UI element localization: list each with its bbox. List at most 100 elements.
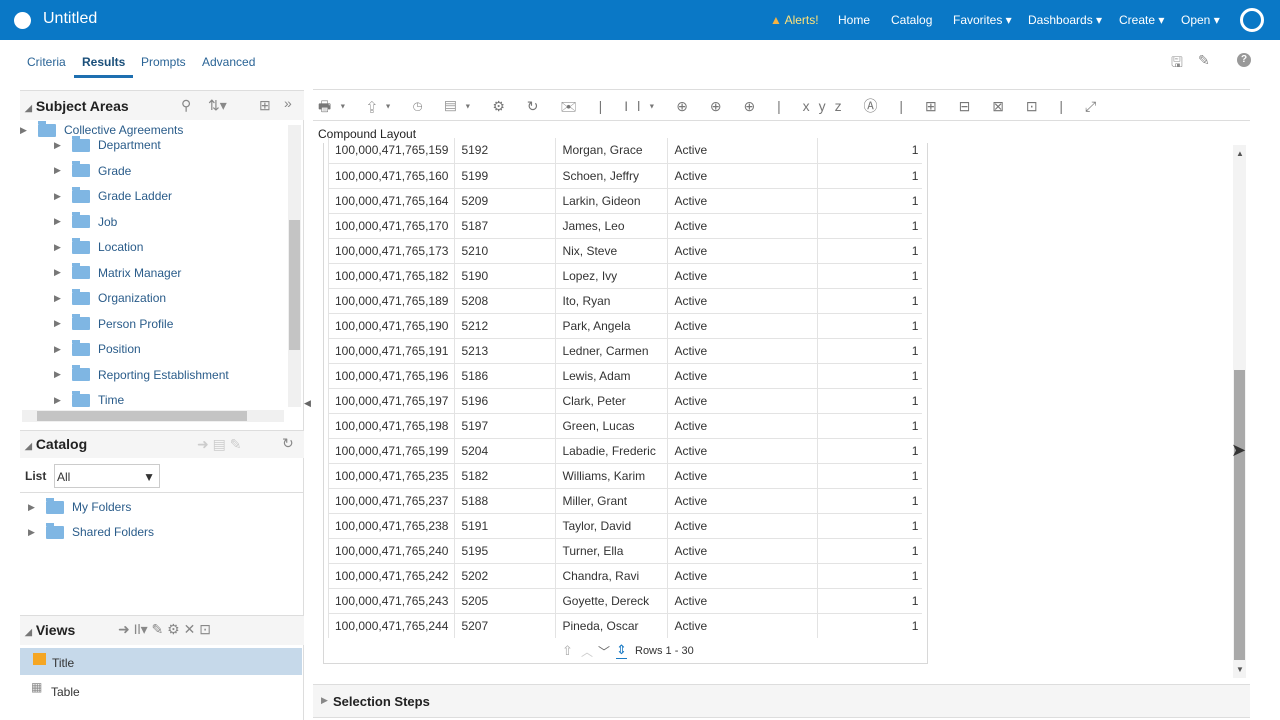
tree-item-label: Matrix Manager — [98, 265, 182, 280]
expand-icon[interactable]: ▶ — [54, 216, 64, 227]
tree-item[interactable]: ▶ Grade — [54, 161, 131, 181]
subject-tree: ▶ Collective Agreements ▶ Department ▶ Grade… — [20, 120, 288, 408]
toolbar-icons[interactable]: 🖶▾ ⇪▾ ◷ ▤▾ ⚙ ↻ ✉ | Il▾ ⊕ ⊕ ⊕ | xyz Ⓐ | ⊞… — [318, 96, 1105, 120]
expand-icon[interactable]: ▶ — [54, 293, 64, 304]
catalog-title[interactable]: ◢ Catalog — [25, 436, 87, 452]
table-row: 100,000,471,765,242 5202 Chandra, Ravi Acti… — [329, 563, 922, 589]
table-cell: 1 — [817, 163, 922, 189]
table-cell: 5207 — [454, 613, 557, 638]
table-row: 100,000,471,765,159 5192 Morgan, Grace Acti… — [329, 138, 922, 164]
tree-item-label: Department — [98, 138, 161, 152]
folder-icon — [72, 339, 90, 356]
views-toolbar-icons[interactable]: ➜ Il▾ ✎ ⚙ ✕ ⊡ — [118, 621, 211, 638]
table-cell: 1 — [817, 263, 922, 289]
tree-item-shared-folders[interactable]: ▶ Shared Folders — [28, 522, 154, 542]
table-cell: 5192 — [454, 138, 557, 164]
expand-icon[interactable]: ▶ — [54, 344, 64, 355]
table-cell: 1 — [817, 413, 922, 439]
tree-item[interactable]: ▶ Matrix Manager — [54, 263, 181, 283]
tree-hscrollbar[interactable] — [22, 410, 284, 422]
tree-item[interactable]: ▶ Location — [54, 237, 143, 257]
tree-item[interactable]: ▶ Job — [54, 212, 117, 232]
splitter-handle[interactable]: ◀ — [304, 398, 311, 409]
table-cell: 5191 — [454, 513, 557, 539]
table-row: 100,000,471,765,160 5199 Schoen, Jeffry Act… — [329, 163, 922, 189]
selection-steps-bar[interactable]: ▶ Selection Steps — [313, 684, 1250, 718]
tree-item-label: Person Profile — [98, 316, 174, 331]
expand-icon[interactable]: ▶ — [54, 242, 64, 253]
expand-icon[interactable]: ▶ — [54, 318, 64, 329]
table-cell: Active — [667, 563, 819, 589]
tree-item-label: Position — [98, 342, 141, 356]
table-cell: 5199 — [454, 163, 557, 189]
expand-icon[interactable]: ▶ — [54, 140, 64, 151]
folder-icon — [72, 186, 90, 203]
sort-icon[interactable]: ⇅▾ — [208, 97, 227, 114]
expand-icon[interactable]: ▶ — [54, 267, 64, 278]
nav-favorites[interactable]: Favorites ▾ — [953, 13, 1012, 27]
tree-item[interactable]: ▶ Person Profile — [54, 314, 173, 334]
tree-item[interactable]: ▶ Position — [54, 339, 141, 359]
table-cell: Green, Lucas — [555, 413, 669, 439]
table-cell: 1 — [817, 238, 922, 264]
save-as-icon[interactable]: ✎ — [1198, 52, 1210, 69]
table-cell: Goyette, Dereck — [555, 588, 669, 614]
table-cell: Lewis, Adam — [555, 363, 669, 389]
view-item-table[interactable]: Table — [51, 685, 80, 699]
nav-create[interactable]: Create ▾ — [1119, 13, 1164, 27]
user-avatar-icon[interactable] — [1240, 8, 1264, 32]
table-cell: 100,000,471,765,197 — [329, 388, 456, 414]
alerts-link[interactable]: ▲ Alerts! — [770, 13, 819, 27]
refresh-icon[interactable]: ↻ — [282, 435, 294, 452]
subject-areas-title[interactable]: ◢ Subject Areas — [25, 98, 129, 114]
table-cell: 1 — [817, 388, 922, 414]
expand-icon[interactable]: ▶ — [54, 369, 64, 380]
nav-catalog[interactable]: Catalog — [891, 13, 932, 27]
show-all-rows-icon[interactable]: ⇕ — [616, 642, 627, 659]
table-cell: Active — [667, 138, 819, 164]
mouse-cursor: ➤ — [1231, 440, 1247, 460]
table-row: 100,000,471,765,244 5207 Pineda, Oscar Acti… — [329, 613, 922, 638]
tree-item[interactable]: ▶ Department — [54, 135, 161, 155]
table-cell: 1 — [817, 588, 922, 614]
add-subject-area-icon[interactable]: ⊞ — [259, 97, 271, 114]
help-icon[interactable]: ? — [1237, 53, 1251, 67]
table-cell: 5204 — [454, 438, 557, 464]
list-select[interactable]: All ▼ — [54, 464, 160, 488]
folder-icon — [72, 135, 90, 152]
expand-icon[interactable]: ▶ — [54, 165, 64, 176]
tab-prompts[interactable]: Prompts — [141, 55, 186, 69]
table-cell: 1 — [817, 538, 922, 564]
tree-item[interactable]: ▶ Organization — [54, 288, 166, 308]
tab-criteria[interactable]: Criteria — [27, 55, 66, 69]
page-up-icon[interactable]: ︿ — [581, 643, 593, 660]
tree-item[interactable]: ▶ Grade Ladder — [54, 186, 172, 206]
tree-vscrollbar[interactable] — [288, 125, 301, 407]
page-first-icon[interactable]: ⇧ — [562, 643, 573, 659]
nav-dashboards[interactable]: Dashboards ▾ — [1028, 13, 1102, 27]
tree-item-my-folders[interactable]: ▶ My Folders — [28, 497, 131, 517]
search-icon[interactable]: ⚲ — [181, 97, 191, 114]
table-cell: Ito, Ryan — [555, 288, 669, 314]
views-title[interactable]: ◢ Views — [25, 622, 75, 638]
table-view-icon: ▦ — [31, 680, 43, 694]
tree-item[interactable]: ▶ Reporting Establishment — [54, 365, 229, 385]
table-cell: 1 — [817, 463, 922, 489]
expand-icon[interactable]: ▶ — [54, 395, 64, 406]
page-down-icon[interactable]: ﹀ — [598, 643, 610, 660]
nav-home[interactable]: Home — [838, 13, 870, 27]
nav-open[interactable]: Open ▾ — [1181, 13, 1220, 27]
table-cell: 100,000,471,765,189 — [329, 288, 456, 314]
save-icon[interactable]: 🖫 — [1171, 52, 1183, 76]
table-cell: 100,000,471,765,191 — [329, 338, 456, 364]
main-vscrollbar[interactable]: ▲ ▼ — [1233, 145, 1246, 678]
tree-item[interactable]: ▶ Time — [54, 390, 124, 408]
table-cell: 1 — [817, 338, 922, 364]
expand-icon[interactable]: ▶ — [54, 191, 64, 202]
tab-advanced[interactable]: Advanced — [202, 55, 255, 69]
table-cell: 5202 — [454, 563, 557, 589]
tab-results[interactable]: Results — [74, 55, 134, 78]
table-cell: Active — [667, 213, 819, 239]
list-label: List — [25, 469, 47, 483]
collapse-pane-icon[interactable]: » — [284, 95, 292, 111]
